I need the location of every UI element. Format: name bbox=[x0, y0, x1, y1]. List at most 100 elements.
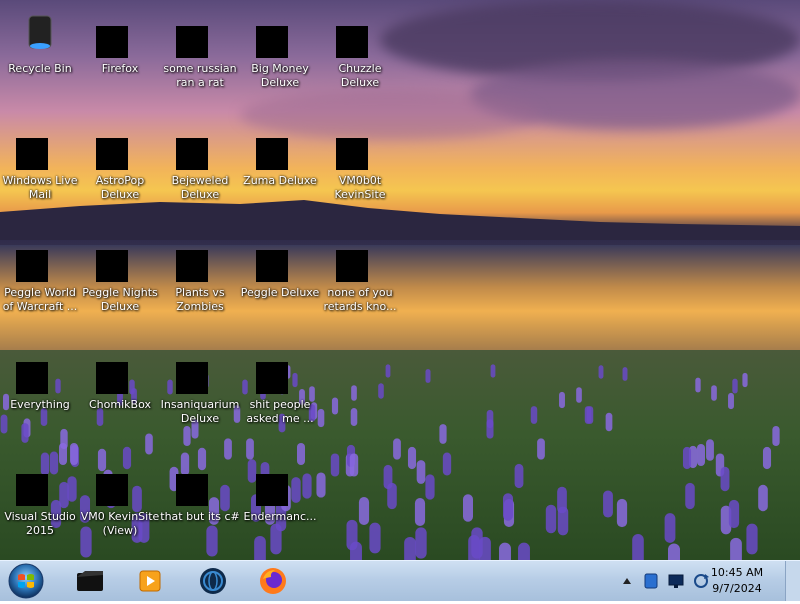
lupine-flower bbox=[369, 522, 381, 554]
windows-logo-icon bbox=[8, 563, 44, 599]
taskbar-media-player-button[interactable] bbox=[122, 563, 178, 599]
lupine-flower bbox=[732, 378, 738, 394]
lupine-flower bbox=[425, 474, 435, 500]
redaction-box bbox=[96, 26, 128, 58]
lupine-flower bbox=[730, 537, 742, 560]
lupine-flower bbox=[685, 482, 695, 510]
lupine-flower bbox=[762, 446, 772, 470]
lupine-flower bbox=[711, 385, 717, 401]
lupine-flower bbox=[351, 385, 357, 401]
desktop-icon-label: Firefox bbox=[101, 62, 139, 75]
desktop-icon[interactable]: Chuzzle Deluxe bbox=[320, 6, 400, 96]
tray-network-icon[interactable] bbox=[640, 561, 662, 601]
tray-chevron-up-icon[interactable] bbox=[620, 561, 634, 601]
lupine-flower bbox=[616, 498, 628, 528]
lupine-flower bbox=[330, 453, 340, 477]
desktop-icon[interactable]: Firefox bbox=[80, 6, 160, 96]
desktop-icon-label: that but its c# bbox=[160, 510, 240, 523]
desktop-icon-label: Visual Studio 2015 bbox=[4, 510, 76, 537]
desktop-icon[interactable]: Endermanc... bbox=[240, 454, 320, 544]
redaction-box bbox=[336, 138, 368, 170]
desktop-icon[interactable]: Peggle Nights Deluxe bbox=[80, 230, 160, 320]
lupine-flower bbox=[349, 453, 359, 477]
redaction-box bbox=[176, 138, 208, 170]
desktop-icon[interactable]: AstroPop Deluxe bbox=[80, 118, 160, 208]
lupine-flower bbox=[605, 412, 613, 432]
desktop-icon-label: Peggle World of Warcraft ... bbox=[2, 286, 78, 313]
redaction-box bbox=[176, 474, 208, 506]
lupine-flower bbox=[407, 446, 417, 470]
desktop-icon[interactable]: that but its c# bbox=[160, 454, 240, 544]
lupine-flower bbox=[463, 494, 473, 522]
lupine-flower bbox=[758, 484, 768, 512]
media-player-icon bbox=[139, 570, 161, 592]
taskbar: 10:45 AM 9/7/2024 bbox=[0, 560, 800, 601]
lupine-flower bbox=[439, 424, 447, 444]
desktop-icon-label: Peggle Nights Deluxe bbox=[82, 286, 158, 313]
desktop-icon[interactable]: some russian ran a rat bbox=[160, 6, 240, 96]
lupine-flower bbox=[416, 460, 426, 484]
desktop-icon-label: VM0b0t KevinSite bbox=[334, 174, 386, 201]
lupine-flower bbox=[350, 407, 358, 427]
redaction-box bbox=[16, 138, 48, 170]
desktop-icon[interactable]: VM0 KevinSite (View) bbox=[80, 454, 160, 544]
desktop-icon[interactable]: Visual Studio 2015 bbox=[0, 454, 80, 544]
redaction-box bbox=[176, 250, 208, 282]
lupine-flower bbox=[682, 446, 692, 470]
lupine-flower bbox=[393, 438, 401, 460]
taskbar-firefox-button[interactable] bbox=[245, 563, 301, 599]
desktop-icon[interactable]: Windows Live Mail bbox=[0, 118, 80, 208]
desktop-icon-label: Everything bbox=[10, 398, 70, 411]
lupine-flower bbox=[145, 433, 153, 455]
show-desktop-button[interactable] bbox=[785, 561, 800, 601]
desktop-icon[interactable]: Recycle Bin bbox=[0, 6, 80, 96]
desktop-icon-label: Windows Live Mail bbox=[2, 174, 78, 201]
desktop-icon-label: ChomikBox bbox=[89, 398, 151, 411]
lupine-flower bbox=[499, 542, 511, 560]
lupine-flower bbox=[358, 497, 370, 525]
lupine-flower bbox=[486, 409, 494, 429]
redaction-box bbox=[336, 26, 368, 58]
desktop-icon[interactable]: Bejeweled Deluxe bbox=[160, 118, 240, 208]
lupine-flower bbox=[746, 523, 758, 555]
lupine-flower bbox=[695, 377, 701, 393]
desktop-icon[interactable]: Big Money Deluxe bbox=[240, 6, 320, 96]
desktop-icon[interactable]: Everything bbox=[0, 342, 80, 432]
lupine-flower bbox=[742, 372, 748, 388]
desktop-icon-label: Recycle Bin bbox=[8, 62, 72, 75]
lupine-flower bbox=[479, 536, 491, 560]
lupine-flower bbox=[425, 369, 431, 383]
desktop-icon[interactable]: none of you retards kno... bbox=[320, 230, 400, 320]
desktop-icon[interactable]: VM0b0t KevinSite bbox=[320, 118, 400, 208]
lupine-flower bbox=[415, 527, 427, 559]
desktop-icon[interactable]: Zuma Deluxe bbox=[240, 118, 320, 208]
desktop-icon[interactable]: ChomikBox bbox=[80, 342, 160, 432]
desktop-icon-label: shit people asked me ... bbox=[246, 398, 314, 425]
lupine-flower bbox=[537, 438, 545, 460]
redaction-box bbox=[256, 138, 288, 170]
lupine-flower bbox=[603, 490, 613, 518]
desktop-icon-label: Bejeweled Deluxe bbox=[171, 174, 229, 201]
lupine-flower bbox=[584, 406, 592, 424]
lupine-flower bbox=[514, 463, 524, 489]
firefox-icon bbox=[260, 568, 286, 594]
lupine-flower bbox=[772, 425, 780, 447]
taskbar-clock[interactable]: 10:45 AM 9/7/2024 bbox=[702, 565, 772, 597]
desktop-icon[interactable]: Insaniquarium Deluxe bbox=[160, 342, 240, 432]
start-button[interactable] bbox=[6, 562, 46, 600]
desktop-icon-label: Zuma Deluxe bbox=[243, 174, 317, 187]
tray-monitor-icon[interactable] bbox=[665, 561, 687, 601]
desktop-icon[interactable]: Peggle World of Warcraft ... bbox=[0, 230, 80, 320]
lupine-flower bbox=[468, 535, 480, 560]
taskbar-globe-button[interactable] bbox=[185, 563, 241, 599]
desktop-icon[interactable]: shit people asked me ... bbox=[240, 342, 320, 432]
lupine-flower bbox=[387, 482, 397, 510]
lupine-flower bbox=[503, 493, 513, 521]
desktop-icon-label: none of you retards kno... bbox=[323, 286, 397, 313]
desktop-icon[interactable]: Peggle Deluxe bbox=[240, 230, 320, 320]
taskbar-terminal-button[interactable] bbox=[62, 563, 118, 599]
desktop-icon[interactable]: Plants vs Zombies bbox=[160, 230, 240, 320]
lupine-flower bbox=[706, 439, 714, 461]
redaction-box bbox=[16, 362, 48, 394]
redaction-box bbox=[256, 26, 288, 58]
